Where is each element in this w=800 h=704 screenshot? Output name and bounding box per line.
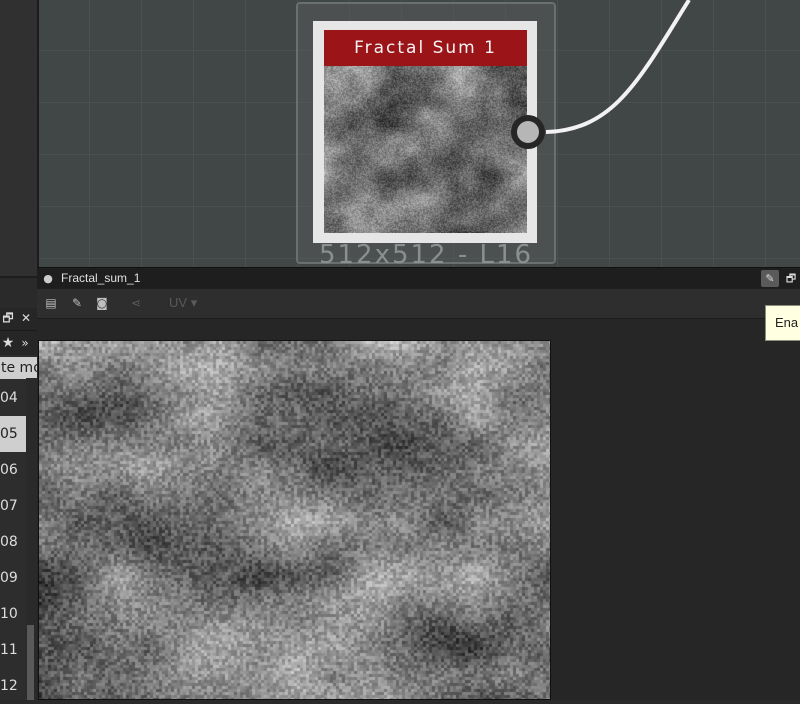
list-item[interactable]: 11 bbox=[0, 632, 26, 668]
list-item[interactable]: 06 bbox=[0, 452, 26, 488]
list-item[interactable]: 10 bbox=[0, 596, 26, 632]
float-window-icon[interactable]: 🗗 bbox=[783, 270, 799, 287]
list-item[interactable]: 09 bbox=[0, 560, 26, 596]
list-item[interactable]: 08 bbox=[0, 524, 26, 560]
view-titlebar: ● Fractal_sum_1 ✎ 🗗 bbox=[37, 267, 800, 289]
share-icon[interactable]: ⋖ bbox=[129, 296, 143, 310]
channels-icon[interactable]: ▤ bbox=[44, 296, 58, 310]
edit-icon[interactable]: ✎ bbox=[70, 296, 84, 310]
left-panel-titlebar: 🗗 ✕ bbox=[0, 308, 37, 331]
node-icon: ● bbox=[43, 272, 53, 285]
left-panel-top bbox=[0, 0, 37, 278]
divider bbox=[0, 276, 37, 278]
output-port-dot[interactable] bbox=[517, 121, 539, 143]
left-panel-toolbar: ★ » bbox=[0, 331, 37, 355]
chevron-down-icon: ▾ bbox=[190, 295, 198, 310]
uv-label: UV bbox=[169, 295, 188, 310]
left-panel-filter[interactable]: te mo bbox=[0, 357, 37, 379]
camera-icon[interactable]: ◙ bbox=[95, 296, 109, 310]
chevron-double-right-icon[interactable]: » bbox=[17, 335, 33, 351]
close-icon[interactable]: ✕ bbox=[18, 310, 34, 326]
noise-texture bbox=[39, 341, 550, 699]
graph-canvas[interactable]: Fractal Sum 1 512x512 - L16 bbox=[37, 0, 800, 267]
list-item[interactable]: 04 bbox=[0, 380, 26, 416]
pin-icon[interactable]: ✎ bbox=[761, 270, 779, 287]
view-title: Fractal_sum_1 bbox=[61, 271, 141, 285]
float-window-icon[interactable]: 🗗 bbox=[0, 310, 16, 326]
view-toolbar: ▤ ✎ ◙ ⋖ UV ▾ bbox=[37, 289, 800, 319]
tooltip: Ena bbox=[765, 305, 800, 341]
node-thumbnail bbox=[324, 66, 527, 233]
list-item[interactable]: 05 bbox=[0, 416, 26, 452]
left-scrollbar-thumb[interactable] bbox=[27, 625, 34, 700]
list-item[interactable]: 12 bbox=[0, 668, 26, 704]
left-panel-list: 04 05 06 07 08 09 10 11 12 bbox=[0, 380, 26, 704]
list-item[interactable]: 07 bbox=[0, 488, 26, 524]
node-thumbnail-image bbox=[324, 66, 527, 233]
uv-dropdown[interactable]: UV ▾ bbox=[169, 295, 197, 311]
node-size-label: 512x512 - L16 bbox=[318, 240, 534, 267]
star-icon[interactable]: ★ bbox=[0, 335, 16, 351]
view-2d-image[interactable] bbox=[38, 340, 551, 700]
node-title: Fractal Sum 1 bbox=[324, 30, 527, 66]
